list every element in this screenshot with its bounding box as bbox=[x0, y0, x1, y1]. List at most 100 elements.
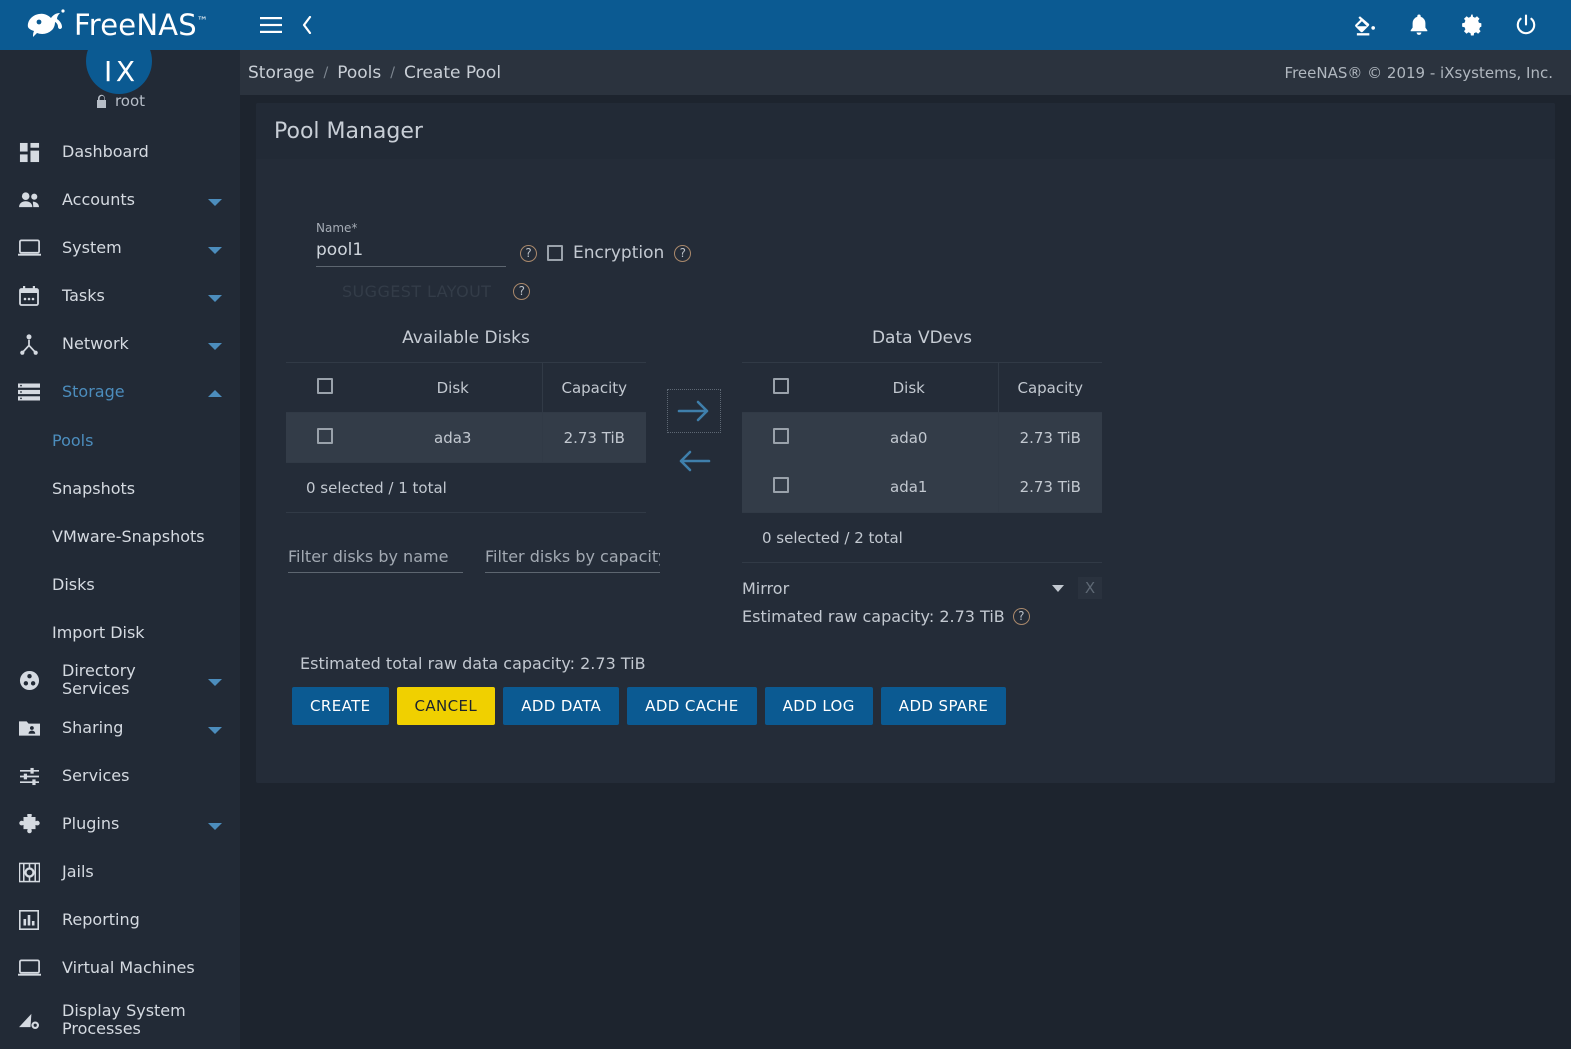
sidebar-item-storage[interactable]: Storage bbox=[0, 368, 240, 416]
encryption-group: ? Encryption ? bbox=[520, 243, 692, 267]
chevron-down-icon[interactable] bbox=[208, 287, 222, 306]
virtual-machines-icon bbox=[14, 959, 44, 977]
row-select-cell bbox=[742, 412, 820, 463]
breadcrumb: Storage / Pools / Create Pool FreeNAS® ©… bbox=[240, 50, 1571, 95]
filter-disks-by-capacity-input[interactable] bbox=[485, 545, 660, 573]
chevron-down-icon[interactable] bbox=[208, 191, 222, 210]
create-button[interactable]: CREATE bbox=[292, 687, 389, 725]
sidebar-item-import-disk[interactable]: Import Disk bbox=[0, 608, 240, 656]
chevron-down-icon[interactable] bbox=[208, 239, 222, 258]
table-row[interactable]: ada1 2.73 TiB bbox=[742, 462, 1102, 513]
brand-name-text: FreeNAS bbox=[74, 8, 197, 42]
brand-header: FreeNAS™ bbox=[0, 0, 240, 50]
chevron-down-icon[interactable] bbox=[208, 335, 222, 354]
cancel-button[interactable]: CANCEL bbox=[396, 687, 496, 725]
sidebar-item-virtual-machines[interactable]: Virtual Machines bbox=[0, 944, 240, 992]
sidebar-item-dashboard[interactable]: Dashboard bbox=[0, 128, 240, 176]
add-cache-button[interactable]: ADD CACHE bbox=[627, 687, 757, 725]
required-marker: * bbox=[351, 221, 358, 235]
row-select-cell bbox=[286, 412, 364, 463]
sharing-icon bbox=[14, 719, 44, 737]
table-row[interactable]: ada0 2.73 TiB bbox=[742, 412, 1102, 463]
notifications-bell-icon[interactable] bbox=[1409, 14, 1429, 36]
pool-name-label: Name* bbox=[316, 221, 506, 235]
vdev-col-disk[interactable]: Disk bbox=[820, 362, 998, 413]
sidebar-item-plugins[interactable]: Plugins bbox=[0, 800, 240, 848]
sidebar-item-accounts[interactable]: Accounts bbox=[0, 176, 240, 224]
power-icon[interactable] bbox=[1515, 14, 1537, 36]
hamburger-menu-icon[interactable] bbox=[260, 17, 282, 33]
sidebar-item-disks[interactable]: Disks bbox=[0, 560, 240, 608]
available-col-disk[interactable]: Disk bbox=[364, 362, 542, 413]
sidebar-item-vmware-snapshots[interactable]: VMware-Snapshots bbox=[0, 512, 240, 560]
row-checkbox[interactable] bbox=[317, 427, 333, 444]
vdev-type-select[interactable]: Mirror bbox=[742, 579, 1052, 598]
pool-manager-card: Pool Manager Name* ? Encryption ? bbox=[256, 103, 1555, 783]
select-all-checkbox[interactable] bbox=[317, 377, 333, 394]
top-bar-left bbox=[260, 16, 312, 34]
select-all-checkbox[interactable] bbox=[773, 377, 789, 394]
sidebar-item-snapshots[interactable]: Snapshots bbox=[0, 464, 240, 512]
chevron-left-icon[interactable] bbox=[302, 16, 312, 34]
sidebar-nav: Dashboard Accounts System Tasks Network … bbox=[0, 122, 240, 1048]
remove-vdev-button[interactable]: X bbox=[1078, 577, 1102, 599]
pool-name-help-icon[interactable]: ? bbox=[520, 244, 537, 262]
jails-icon bbox=[14, 862, 44, 883]
sidebar-item-display-system-processes[interactable]: Display System Processes bbox=[0, 992, 240, 1048]
encryption-checkbox[interactable] bbox=[547, 245, 563, 261]
chevron-down-icon[interactable] bbox=[208, 671, 222, 690]
accounts-icon bbox=[14, 191, 44, 210]
suggest-layout-button[interactable]: SUGGEST LAYOUT bbox=[336, 281, 497, 302]
add-log-button[interactable]: ADD LOG bbox=[764, 687, 873, 725]
sidebar: FreeNAS™ I X root Dashboard Accounts Sys… bbox=[0, 0, 240, 1049]
filter-disks-by-name-input[interactable] bbox=[288, 545, 463, 573]
breadcrumb-items: Storage / Pools / Create Pool bbox=[248, 63, 501, 83]
available-disks-title: Available Disks bbox=[402, 328, 530, 348]
breadcrumb-item-storage[interactable]: Storage bbox=[248, 63, 315, 83]
services-icon bbox=[14, 767, 44, 786]
chevron-up-icon[interactable] bbox=[208, 383, 222, 402]
suggest-layout-help-icon[interactable]: ? bbox=[513, 283, 531, 300]
arrow-left-icon[interactable] bbox=[668, 440, 720, 482]
vdev-col-capacity[interactable]: Capacity bbox=[997, 362, 1102, 413]
add-spare-button[interactable]: ADD SPARE bbox=[880, 687, 1007, 725]
chevron-down-icon[interactable] bbox=[208, 719, 222, 738]
sidebar-item-label: System bbox=[62, 238, 122, 258]
chevron-down-icon[interactable] bbox=[208, 815, 222, 834]
action-buttons: CREATE CANCEL ADD DATA ADD CACHE ADD LOG… bbox=[256, 673, 1555, 725]
available-disks-panel: Available Disks Disk Capacity ada3 2.73 … bbox=[286, 328, 660, 573]
arrow-right-icon[interactable] bbox=[667, 389, 721, 433]
sidebar-item-label: Accounts bbox=[62, 190, 135, 210]
freenas-fish-logo-icon bbox=[22, 7, 68, 43]
sidebar-item-label: Services bbox=[62, 766, 130, 786]
sidebar-item-system[interactable]: System bbox=[0, 224, 240, 272]
sidebar-item-pools[interactable]: Pools bbox=[0, 416, 240, 464]
page-title: Pool Manager bbox=[274, 118, 423, 144]
sidebar-item-directory-services[interactable]: Directory Services bbox=[0, 656, 240, 704]
row-checkbox[interactable] bbox=[773, 427, 789, 444]
sidebar-item-reporting[interactable]: Reporting bbox=[0, 896, 240, 944]
chevron-down-icon[interactable] bbox=[1052, 584, 1064, 592]
sidebar-item-label: Jails bbox=[62, 862, 94, 882]
theme-icon[interactable] bbox=[1354, 14, 1377, 37]
lock-icon bbox=[95, 94, 108, 109]
settings-gear-icon[interactable] bbox=[1461, 14, 1483, 36]
raw-capacity-help-icon[interactable]: ? bbox=[1012, 608, 1030, 625]
row-checkbox[interactable] bbox=[773, 477, 789, 494]
sidebar-item-jails[interactable]: Jails bbox=[0, 848, 240, 896]
disk-filters bbox=[286, 513, 660, 573]
user-avatar-area: I X root bbox=[0, 28, 240, 122]
data-vdevs-tbody: ada0 2.73 TiB ada1 2.73 TiB bbox=[742, 412, 1102, 513]
add-data-button[interactable]: ADD DATA bbox=[503, 687, 620, 725]
available-col-capacity[interactable]: Capacity bbox=[541, 362, 646, 413]
sidebar-item-tasks[interactable]: Tasks bbox=[0, 272, 240, 320]
sidebar-item-network[interactable]: Network bbox=[0, 320, 240, 368]
pool-name-input[interactable] bbox=[316, 238, 506, 267]
table-row[interactable]: ada3 2.73 TiB bbox=[286, 412, 646, 463]
sidebar-item-services[interactable]: Services bbox=[0, 752, 240, 800]
sidebar-item-sharing[interactable]: Sharing bbox=[0, 704, 240, 752]
encryption-help-icon[interactable]: ? bbox=[674, 244, 692, 262]
sidebar-item-label: Storage bbox=[62, 382, 125, 402]
data-vdevs-thead: Disk Capacity bbox=[742, 362, 1102, 413]
breadcrumb-item-pools[interactable]: Pools bbox=[337, 63, 381, 83]
